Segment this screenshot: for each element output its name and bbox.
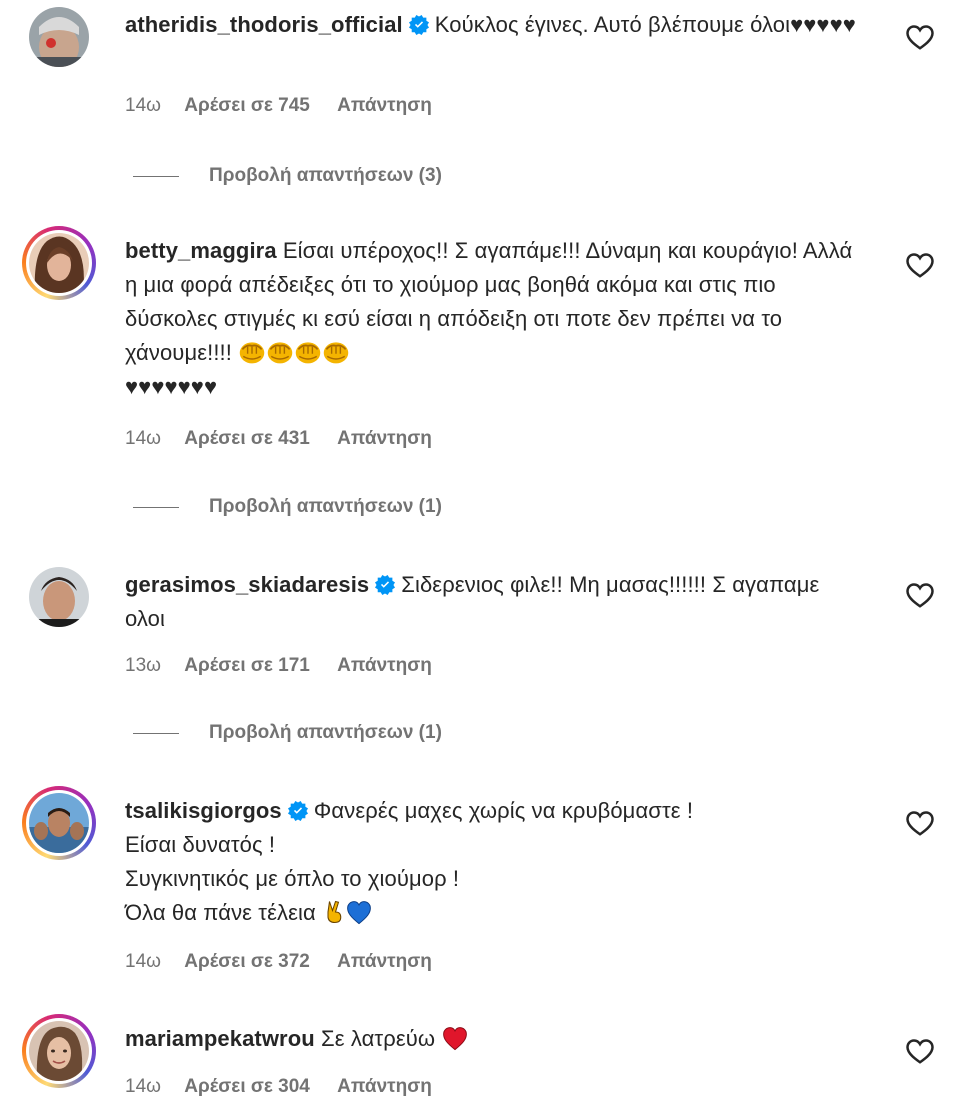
red-heart-emoji <box>441 1026 469 1052</box>
avatar-image <box>29 1021 89 1081</box>
view-replies-button[interactable]: Προβολή απαντήσεων (3) <box>133 165 442 187</box>
comment-text-hearts: ♥♥♥♥♥♥♥ <box>125 374 218 399</box>
comment-item: betty_maggira Είσαι υπέροχος!! Σ αγαπάμε… <box>0 226 960 526</box>
view-replies-label: Προβολή απαντήσεων (1) <box>209 722 442 743</box>
comment-item: atheridis_thodoris_official Κούκλος έγινε… <box>0 0 960 200</box>
comment-likes[interactable]: Αρέσει σε 171 <box>184 655 310 676</box>
comment-time[interactable]: 13ω <box>125 655 161 676</box>
comment-text: Φανερές μαχες χωρίς να κρυβόμαστε ! <box>313 798 694 823</box>
comment-meta: 14ω Αρέσει σε 372 Απάντηση <box>125 951 432 973</box>
comment-meta: 14ω Αρέσει σε 304 Απάντηση <box>125 1076 432 1098</box>
reply-button[interactable]: Απάντηση <box>337 1076 432 1097</box>
comment-likes[interactable]: Αρέσει σε 745 <box>184 95 310 116</box>
view-replies-label: Προβολή απαντήσεων (3) <box>209 165 442 186</box>
comment-text: Κούκλος έγινες. Αυτό βλέπουμε όλοι♥♥♥♥♥ <box>434 12 856 37</box>
like-heart-icon[interactable] <box>905 22 935 52</box>
avatar[interactable] <box>22 560 96 634</box>
oncoming-fist-emoji <box>322 338 350 366</box>
avatar[interactable] <box>22 0 96 74</box>
comment-text: Όλα θα πάνε τέλεια <box>125 900 316 925</box>
comment-body: gerasimos_skiadaresis Σιδερενιος φιλε!! Μ… <box>125 568 865 636</box>
comment-text: Είσαι δυνατός ! <box>125 832 276 857</box>
victory-hand-emoji <box>322 898 346 926</box>
comment-username[interactable]: betty_maggira <box>125 238 277 263</box>
comment-meta: 13ω Αρέσει σε 171 Απάντηση <box>125 655 432 677</box>
like-heart-icon[interactable] <box>905 580 935 610</box>
comment-time[interactable]: 14ω <box>125 95 161 116</box>
divider-line <box>133 506 179 508</box>
avatar-image <box>29 233 89 293</box>
comment-body: tsalikisgiorgos Φανερές μαχες χωρίς να κρ… <box>125 794 865 930</box>
avatar-image <box>29 793 89 853</box>
comment-likes[interactable]: Αρέσει σε 372 <box>184 951 310 972</box>
like-heart-icon[interactable] <box>905 250 935 280</box>
avatar[interactable] <box>22 226 96 300</box>
comment-username[interactable]: atheridis_thodoris_official <box>125 12 403 37</box>
comment-item: tsalikisgiorgos Φανερές μαχες χωρίς να κρ… <box>0 786 960 986</box>
comment-body: betty_maggira Είσαι υπέροχος!! Σ αγαπάμε… <box>125 234 865 404</box>
comment-time[interactable]: 14ω <box>125 951 161 972</box>
avatar[interactable] <box>22 1014 96 1088</box>
comment-time[interactable]: 14ω <box>125 1076 161 1097</box>
reply-button[interactable]: Απάντηση <box>337 428 432 449</box>
divider-line <box>133 732 179 734</box>
like-heart-icon[interactable] <box>905 1036 935 1066</box>
comment-username[interactable]: mariampekatwrou <box>125 1026 315 1051</box>
like-heart-icon[interactable] <box>905 808 935 838</box>
comment-text: Συγκινητικός με όπλο το χιούμορ ! <box>125 866 460 891</box>
blue-heart-emoji <box>346 900 372 926</box>
comment-body: mariampekatwrou Σε λατρεύω <box>125 1022 865 1056</box>
view-replies-label: Προβολή απαντήσεων (1) <box>209 496 442 517</box>
oncoming-fist-emoji <box>238 338 266 366</box>
reply-button[interactable]: Απάντηση <box>337 95 432 116</box>
avatar[interactable] <box>22 786 96 860</box>
comment-meta: 14ω Αρέσει σε 431 Απάντηση <box>125 428 432 450</box>
comment-likes[interactable]: Αρέσει σε 304 <box>184 1076 310 1097</box>
divider-line <box>133 175 179 177</box>
comment-time[interactable]: 14ω <box>125 428 161 449</box>
oncoming-fist-emoji <box>266 338 294 366</box>
avatar-image <box>29 7 89 67</box>
comment-meta: 14ω Αρέσει σε 745 Απάντηση <box>125 95 432 117</box>
comment-likes[interactable]: Αρέσει σε 431 <box>184 428 310 449</box>
fist-emoji-group <box>238 340 350 365</box>
comment-username[interactable]: gerasimos_skiadaresis <box>125 572 369 597</box>
comment-item: mariampekatwrou Σε λατρεύω 14ω Αρέσει σε… <box>0 1014 960 1098</box>
view-replies-button[interactable]: Προβολή απαντήσεων (1) <box>133 496 442 518</box>
comment-body: atheridis_thodoris_official Κούκλος έγινε… <box>125 8 865 42</box>
reply-button[interactable]: Απάντηση <box>337 951 432 972</box>
avatar-image <box>29 567 89 627</box>
comment-item: gerasimos_skiadaresis Σιδερενιος φιλε!! Μ… <box>0 560 960 760</box>
verified-badge-icon <box>288 801 308 821</box>
verified-badge-icon <box>409 15 429 35</box>
verified-badge-icon <box>375 575 395 595</box>
oncoming-fist-emoji <box>294 338 322 366</box>
reply-button[interactable]: Απάντηση <box>337 655 432 676</box>
comment-text: Σε λατρεύω <box>321 1026 436 1051</box>
comment-username[interactable]: tsalikisgiorgos <box>125 798 282 823</box>
view-replies-button[interactable]: Προβολή απαντήσεων (1) <box>133 722 442 744</box>
